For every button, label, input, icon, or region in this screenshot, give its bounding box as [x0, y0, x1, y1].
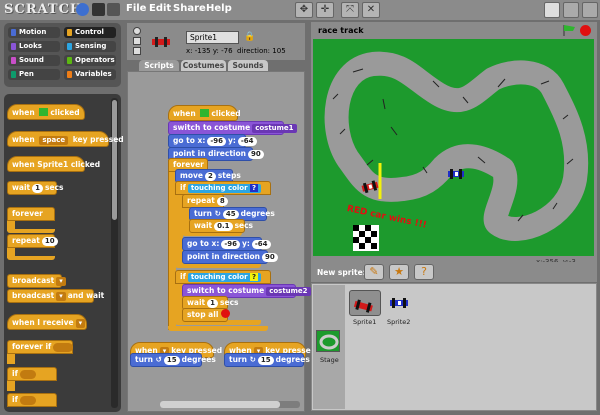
globe-icon[interactable]: [76, 3, 89, 16]
script-switch-costume[interactable]: switch to costume costume1: [168, 121, 297, 135]
category-motion[interactable]: Motion: [8, 27, 60, 38]
scripts-hscroll-thumb[interactable]: [160, 401, 280, 408]
script-go-to-xy[interactable]: go to x: -96 y: -64: [168, 134, 257, 148]
sprite1-thumbnail[interactable]: [349, 290, 381, 316]
palette-if[interactable]: if: [7, 367, 57, 381]
green-flag-icon: [200, 109, 210, 117]
script-stop-all[interactable]: stop all: [182, 308, 231, 322]
sprite-position: x: -135 y: -76 direction: 105: [186, 47, 286, 55]
shrink-icon[interactable]: ✛: [316, 2, 334, 18]
tab-scripts[interactable]: Scripts: [139, 60, 179, 71]
surprise-sprite-icon[interactable]: ?: [414, 264, 434, 280]
sprite-name-field[interactable]: Sprite1: [186, 31, 239, 44]
sprite2-label: Sprite2: [387, 318, 411, 326]
scratch-logo: SCRATCH: [4, 2, 84, 17]
no-rotate-icon[interactable]: [133, 47, 141, 55]
project-title: race track: [318, 26, 364, 35]
stage-label: Stage: [320, 356, 339, 364]
race-track: [324, 51, 589, 251]
script-repeat[interactable]: repeat 8: [182, 194, 228, 208]
save-icon[interactable]: [92, 3, 105, 16]
rotate-all-icon[interactable]: [133, 27, 141, 35]
palette-forever-if[interactable]: forever if: [7, 340, 74, 354]
sprite-thumbnail: [150, 36, 172, 48]
new-sprite-label: New sprite:: [317, 268, 366, 277]
checkered-flag: [353, 225, 379, 251]
category-control[interactable]: Control: [64, 27, 116, 38]
palette-broadcast-and-wait[interactable]: broadcast ▾ and wait: [7, 289, 104, 303]
small-stage-icon[interactable]: [544, 2, 560, 18]
flip-icon[interactable]: [133, 37, 141, 45]
palette-if-else[interactable]: if: [7, 393, 57, 407]
script-turn-left[interactable]: turn ↺ 15 degrees: [130, 353, 216, 367]
palette-when-key-pressed[interactable]: when space key pressed: [7, 131, 124, 147]
menu-help[interactable]: Help: [206, 3, 232, 14]
tab-sounds[interactable]: Sounds: [228, 60, 268, 71]
grow-icon[interactable]: ✥: [295, 2, 313, 18]
script-point-direction-2[interactable]: point in direction 90: [182, 250, 278, 264]
palette-repeat[interactable]: repeat 10: [7, 234, 58, 248]
script-turn-right[interactable]: turn ↻ 15 degrees: [224, 353, 310, 367]
share-icon[interactable]: [107, 3, 120, 16]
presentation-icon[interactable]: ✕: [362, 2, 380, 18]
normal-stage-icon[interactable]: [563, 2, 579, 18]
category-looks[interactable]: Looks: [8, 41, 60, 52]
script-when-flag-clicked[interactable]: when clicked: [168, 105, 241, 121]
palette-when-sprite-clicked[interactable]: when Sprite1 clicked: [7, 156, 100, 172]
menu-share[interactable]: Share: [173, 3, 206, 14]
palette-when-i-receive[interactable]: when I receive ▾: [7, 314, 87, 330]
paint-sprite-icon[interactable]: ✎: [364, 264, 384, 280]
lock-icon[interactable]: 🔒: [244, 32, 255, 42]
palette-scroll-thumb[interactable]: [112, 100, 117, 220]
palette-when-flag-clicked[interactable]: when clicked: [7, 104, 85, 120]
menu-edit[interactable]: Edit: [149, 3, 171, 14]
green-flag-icon: [39, 108, 49, 116]
green-flag-button[interactable]: [562, 24, 576, 36]
sprite2-thumbnail[interactable]: [386, 290, 412, 314]
category-operators[interactable]: Operators: [64, 55, 116, 66]
large-stage-icon[interactable]: [582, 2, 598, 18]
choose-sprite-icon[interactable]: ★: [389, 264, 409, 280]
menu-file[interactable]: File: [126, 3, 146, 14]
stage-canvas[interactable]: [313, 39, 594, 256]
stage-thumbnail[interactable]: [316, 330, 340, 352]
category-variables[interactable]: Variables: [64, 69, 116, 80]
category-sound[interactable]: Sound: [8, 55, 60, 66]
stop-icon: [221, 309, 231, 318]
palette-broadcast[interactable]: broadcast ▾: [7, 274, 66, 288]
script-if-touching-color[interactable]: if touching color ?: [175, 181, 271, 195]
sprite1-label: Sprite1: [353, 318, 377, 326]
category-sensing[interactable]: Sensing: [64, 41, 116, 52]
script-go-to-xy-2[interactable]: go to x: -96 y: -64: [182, 237, 271, 251]
fullscreen-icon[interactable]: ⤧: [341, 2, 359, 18]
category-pen[interactable]: Pen: [8, 69, 60, 80]
palette-wait[interactable]: wait 1 secs: [7, 181, 64, 195]
script-if-touching-color-2[interactable]: if touching color ?: [175, 270, 271, 284]
script-wait[interactable]: wait 0.1 secs: [189, 219, 253, 233]
tab-costumes[interactable]: Costumes: [181, 60, 226, 71]
palette-forever[interactable]: forever: [7, 207, 55, 221]
stop-button[interactable]: [580, 25, 591, 36]
